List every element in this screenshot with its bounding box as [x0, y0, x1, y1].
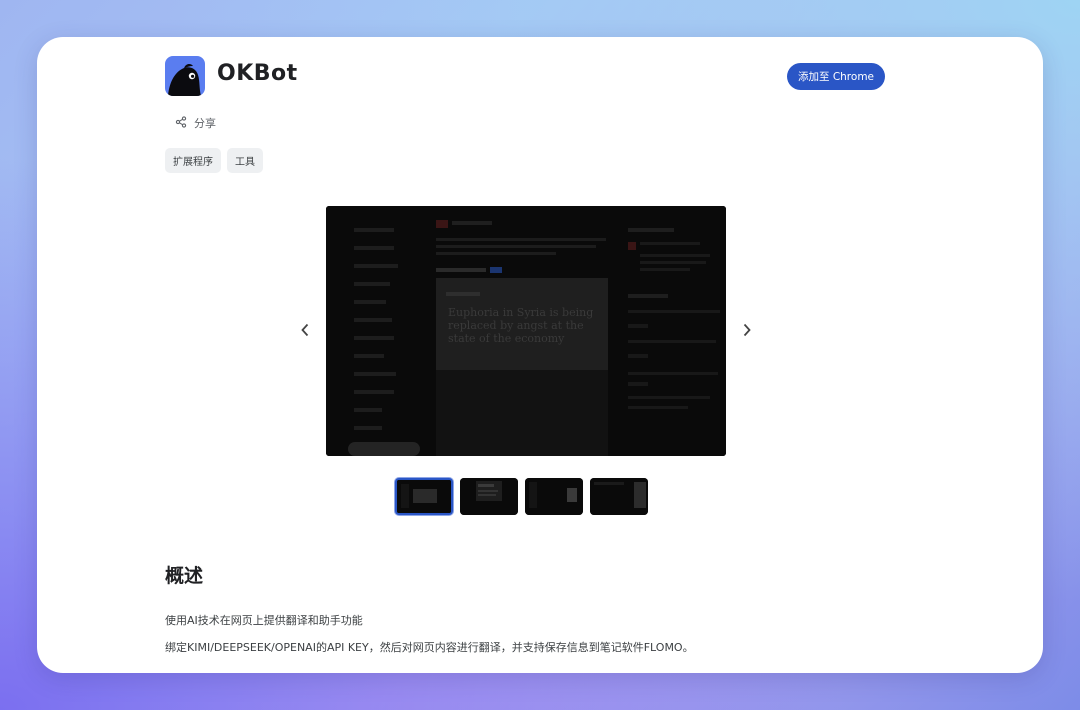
carousel-thumbnails [395, 478, 648, 515]
svg-text:Euphoria in Syria is being: Euphoria in Syria is being [448, 306, 593, 319]
overview-line-2: 绑定KIMI/DEEPSEEK/OPENAI的API KEY，然后对网页内容进行… [165, 641, 694, 654]
thumbnail-3[interactable] [525, 478, 583, 515]
svg-text:replaced by angst at the: replaced by angst at the [448, 319, 584, 332]
chevron-right-icon [742, 322, 752, 341]
extension-detail-card: OKBot 添加至 Chrome 分享 扩展程序 工具 Euphoria in … [37, 37, 1043, 673]
okbot-logo [165, 56, 205, 96]
overview-title: 概述 [165, 565, 204, 587]
carousel-prev-button[interactable] [295, 321, 315, 341]
category-tags: 扩展程序 工具 [165, 148, 263, 173]
chevron-left-icon [300, 322, 310, 341]
tag-tools[interactable]: 工具 [227, 148, 263, 173]
share-link[interactable]: 分享 [175, 115, 216, 131]
carousel-main-screenshot: Euphoria in Syria is being replaced by a… [326, 206, 726, 456]
share-icon [175, 115, 187, 131]
add-to-chrome-button[interactable]: 添加至 Chrome [787, 63, 885, 90]
carousel-next-button[interactable] [737, 321, 757, 341]
tag-extension[interactable]: 扩展程序 [165, 148, 221, 173]
share-label: 分享 [194, 117, 216, 130]
overview-line-1: 使用AI技术在网页上提供翻译和助手功能 [165, 614, 363, 627]
thumbnail-4[interactable] [590, 478, 648, 515]
svg-text:state of the economy: state of the economy [448, 332, 565, 345]
thumbnail-2[interactable] [460, 478, 518, 515]
app-title: OKBot [217, 61, 298, 86]
thumbnail-1[interactable] [395, 478, 453, 515]
